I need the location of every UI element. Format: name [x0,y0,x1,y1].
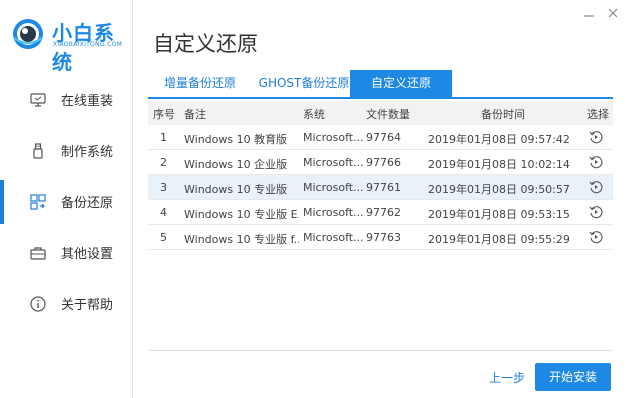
cell-note: Windows 10 专业版 f... [184,233,299,246]
sidebar-item-label: 备份还原 [61,196,114,211]
backup-icon [30,194,46,210]
restore-icon[interactable] [589,230,603,244]
logo-icon [13,19,43,49]
column-header-no: 序号 [153,108,175,121]
window-controls [578,4,626,20]
table-row[interactable]: 5 Windows 10 专业版 f... Microsoft... 97763… [148,225,613,250]
table-row[interactable]: 4 Windows 10 专业版 E... Microsoft... 97762… [148,200,613,225]
cell-system: Microsoft... [303,231,363,244]
sidebar-item-label: 制作系统 [61,145,114,160]
table-row[interactable]: 2 Windows 10 企业版 Microsoft... 97766 2019… [148,150,613,175]
app-window: 小白系统 XIAOBAIXITONG.COM 在线重装 制作系统 备份还原 其他… [0,0,630,398]
restore-icon[interactable] [589,155,603,169]
cell-no: 5 [160,231,167,244]
cell-time: 2019年01月08日 09:50:57 [428,183,570,196]
cell-note: Windows 10 专业版 [184,183,288,196]
restore-icon[interactable] [589,205,603,219]
cell-system: Microsoft... [303,156,363,169]
monitor-icon [30,93,46,107]
previous-step-button[interactable]: 上一步 [489,369,525,386]
cell-time: 2019年01月08日 09:57:42 [428,133,570,146]
cell-note: Windows 10 企业版 [184,158,288,171]
sidebar-item-other-settings[interactable]: 其他设置 [0,231,132,275]
brand-logo: 小白系统 XIAOBAIXITONG.COM [10,14,130,74]
cell-no: 4 [160,206,167,219]
table-row[interactable]: 1 Windows 10 教育版 Microsoft... 97764 2019… [148,125,613,150]
table-header: 序号 备注 系统 文件数量 备份时间 选择 [148,101,613,125]
cell-files: 97764 [366,131,401,144]
restore-icon[interactable] [589,180,603,194]
page-title: 自定义还原 [153,32,258,56]
cell-files: 97761 [366,181,401,194]
table-row[interactable]: 3 Windows 10 专业版 Microsoft... 97761 2019… [148,175,613,200]
tab-custom-restore[interactable]: 自定义还原 [350,70,452,97]
column-header-select: 选择 [587,108,609,121]
column-header-note: 备注 [184,108,206,121]
cell-time: 2019年01月08日 09:55:29 [428,233,570,246]
cell-no: 2 [160,156,167,169]
brand-subtitle: XIAOBAIXITONG.COM [53,41,123,48]
usb-icon [33,143,43,159]
cell-time: 2019年01月08日 10:02:14 [428,158,570,171]
cell-files: 97766 [366,156,401,169]
sidebar-item-label: 关于帮助 [61,298,114,313]
column-header-system: 系统 [303,108,325,121]
cell-note: Windows 10 专业版 E... [184,208,299,221]
minimize-icon[interactable] [582,8,596,18]
tab-incremental-restore[interactable]: 增量备份还原 [150,70,250,97]
cell-system: Microsoft... [303,131,363,144]
toolbox-icon [30,247,46,260]
start-install-button[interactable]: 开始安装 [535,363,611,391]
cell-system: Microsoft... [303,206,363,219]
column-header-time: 备份时间 [481,108,525,121]
column-header-files: 文件数量 [366,108,410,121]
sidebar-item-about-help[interactable]: 关于帮助 [0,282,132,326]
cell-files: 97763 [366,231,401,244]
cell-time: 2019年01月08日 09:53:15 [428,208,570,221]
tab-underline [148,97,613,99]
footer-divider [148,350,613,351]
cell-no: 3 [160,181,167,194]
cell-files: 97762 [366,206,401,219]
cell-note: Windows 10 教育版 [184,133,288,146]
sidebar-item-make-system[interactable]: 制作系统 [0,129,132,173]
sidebar: 小白系统 XIAOBAIXITONG.COM 在线重装 制作系统 备份还原 其他… [0,0,133,398]
sidebar-item-backup-restore[interactable]: 备份还原 [0,180,132,224]
close-icon[interactable] [606,7,620,19]
tab-bar: 增量备份还原 GHOST备份还原 自定义还原 [150,70,613,97]
info-icon [30,296,46,312]
restore-icon[interactable] [589,130,603,144]
sidebar-item-label: 其他设置 [61,247,114,262]
cell-system: Microsoft... [303,181,363,194]
tab-ghost-restore[interactable]: GHOST备份还原 [254,70,354,97]
sidebar-item-label: 在线重装 [61,94,114,109]
cell-no: 1 [160,131,167,144]
sidebar-item-online-reinstall[interactable]: 在线重装 [0,78,132,122]
